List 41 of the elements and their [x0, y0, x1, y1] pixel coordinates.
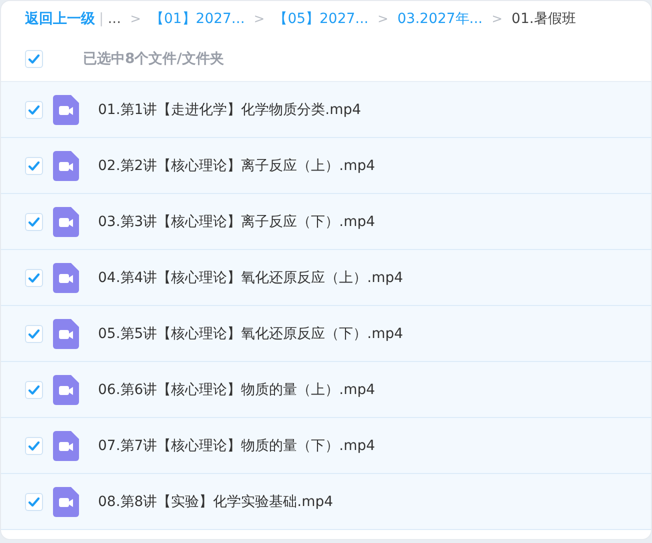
file-row[interactable]: 02.第2讲【核心理论】离子反应（上）.mp4 — [1, 138, 651, 194]
video-file-icon — [53, 94, 79, 124]
file-name: 07.第7讲【核心理论】物质的量（下）.mp4 — [98, 436, 376, 454]
video-file-icon — [53, 150, 79, 180]
file-row[interactable]: 04.第4讲【核心理论】氧化还原反应（上）.mp4 — [1, 250, 651, 306]
checkbox[interactable] — [25, 380, 43, 398]
file-row[interactable]: 01.第1讲【走进化学】化学物质分类.mp4 — [1, 82, 651, 138]
breadcrumb-arrow: > — [254, 12, 265, 26]
file-name: 02.第2讲【核心理论】离子反应（上）.mp4 — [98, 156, 376, 174]
file-row[interactable]: 08.第8讲【实验】化学实验基础.mp4 — [1, 474, 651, 530]
breadcrumb-item: 01.暑假班 — [512, 10, 576, 28]
file-name: 03.第3讲【核心理论】离子反应（下）.mp4 — [98, 212, 376, 230]
video-file-icon — [53, 262, 79, 292]
file-name: 06.第6讲【核心理论】物质的量（上）.mp4 — [98, 380, 376, 398]
checkbox[interactable] — [25, 100, 43, 118]
video-file-icon — [53, 374, 79, 404]
checkbox[interactable] — [25, 50, 43, 68]
checkbox[interactable] — [25, 268, 43, 286]
breadcrumb-item[interactable]: ... — [108, 11, 122, 27]
selection-count: 已选中8个文件/文件夹 — [83, 50, 224, 68]
file-row[interactable]: 07.第7讲【核心理论】物质的量（下）.mp4 — [1, 418, 651, 474]
file-row[interactable]: 06.第6讲【核心理论】物质的量（上）.mp4 — [1, 362, 651, 418]
checkbox[interactable] — [25, 212, 43, 230]
file-name: 08.第8讲【实验】化学实验基础.mp4 — [98, 492, 334, 510]
video-file-icon — [53, 486, 79, 516]
video-file-icon — [53, 318, 79, 348]
video-file-icon — [53, 430, 79, 460]
file-row[interactable]: 05.第5讲【核心理论】氧化还原反应（下）.mp4 — [1, 306, 651, 362]
checkbox[interactable] — [25, 492, 43, 510]
file-row[interactable]: 03.第3讲【核心理论】离子反应（下）.mp4 — [1, 194, 651, 250]
checkbox[interactable] — [25, 324, 43, 342]
separator: | — [99, 11, 104, 27]
video-file-icon — [53, 206, 79, 236]
checkbox[interactable] — [25, 436, 43, 454]
file-name: 04.第4讲【核心理论】氧化还原反应（上）.mp4 — [98, 268, 404, 286]
breadcrumb-arrow: > — [492, 12, 503, 26]
file-name: 05.第5讲【核心理论】氧化还原反应（下）.mp4 — [98, 324, 404, 342]
checkbox[interactable] — [25, 156, 43, 174]
file-name: 01.第1讲【走进化学】化学物质分类.mp4 — [98, 100, 362, 118]
breadcrumb-arrow: > — [377, 12, 388, 26]
breadcrumb-arrow: > — [130, 12, 141, 26]
